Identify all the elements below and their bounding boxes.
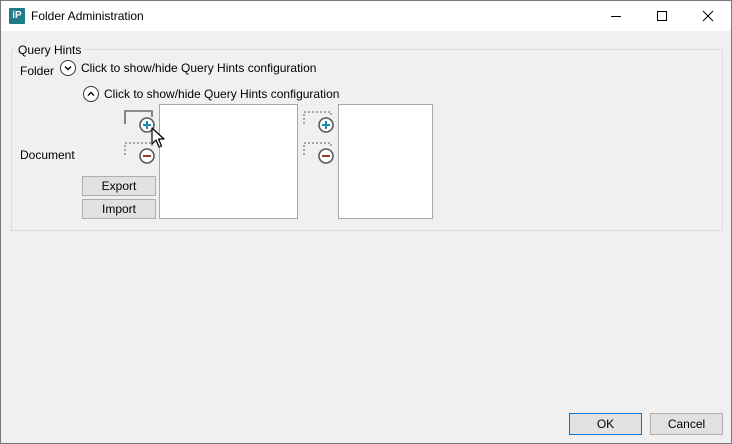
cancel-button[interactable]: Cancel [650, 413, 723, 435]
close-button[interactable] [685, 1, 731, 31]
document-label: Document [20, 148, 75, 162]
add-icon [303, 111, 334, 133]
document-query-hints-toggle[interactable]: Click to show/hide Query Hints configura… [83, 86, 339, 102]
minimize-icon [611, 16, 621, 17]
chevron-up-icon[interactable] [83, 86, 99, 102]
maximize-button[interactable] [639, 1, 685, 31]
close-icon [702, 10, 714, 22]
add-right-item-button[interactable] [303, 109, 335, 137]
remove-icon [303, 142, 334, 164]
document-hints-values-listbox[interactable] [338, 104, 433, 219]
import-button[interactable]: Import [82, 199, 156, 219]
app-icon: iP [9, 8, 25, 24]
chevron-down-icon[interactable] [60, 60, 76, 76]
document-hints-listbox[interactable] [159, 104, 298, 219]
document-toggle-label: Click to show/hide Query Hints configura… [104, 87, 340, 101]
export-button[interactable]: Export [82, 176, 156, 196]
title-bar[interactable]: iP Folder Administration [1, 1, 731, 31]
folder-label: Folder [20, 64, 55, 78]
query-hints-group-label: Query Hints [15, 43, 85, 57]
folder-query-hints-toggle[interactable]: Click to show/hide Query Hints configura… [60, 60, 316, 76]
minimize-button[interactable] [593, 1, 639, 31]
mouse-cursor-icon [151, 127, 165, 148]
ok-button[interactable]: OK [569, 413, 642, 435]
folder-toggle-label: Click to show/hide Query Hints configura… [81, 61, 317, 75]
maximize-icon [657, 11, 667, 21]
folder-administration-window: iP Folder Administration Query Hints Fol… [0, 0, 732, 444]
window-title: Folder Administration [31, 9, 144, 23]
remove-right-item-button[interactable] [303, 140, 335, 168]
